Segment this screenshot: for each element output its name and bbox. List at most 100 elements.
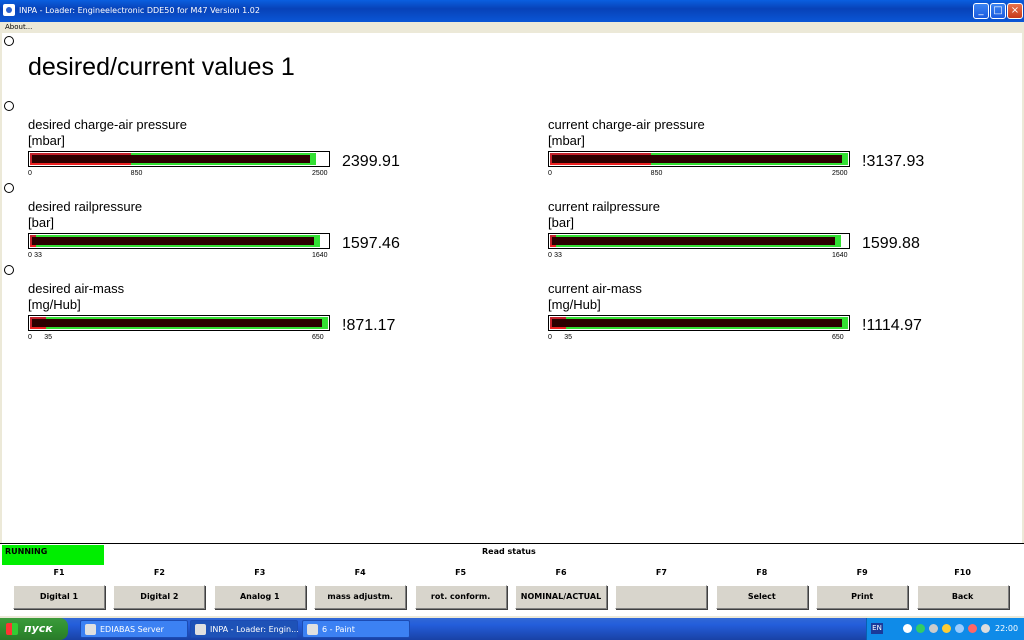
clock: 22:00 — [995, 624, 1019, 633]
fkey-button-f8[interactable]: Select — [715, 585, 808, 609]
gauge-tick-label: 35 — [564, 334, 573, 341]
fkey-label-f10: F10 — [954, 568, 971, 577]
tray-icon[interactable] — [903, 624, 912, 633]
gauge-unit: [mg/Hub] — [548, 297, 601, 312]
gauge-tick-label: 1640 — [312, 252, 328, 259]
fkey-button-f5[interactable]: rot. conform. — [414, 585, 507, 609]
gauge-value-band — [32, 237, 315, 245]
gauge-value-band — [552, 319, 842, 327]
system-tray: EN 22:00 — [866, 618, 1024, 640]
menu-bar: About... — [0, 22, 1024, 33]
taskbar-item-paint[interactable]: 6 - Paint — [302, 620, 410, 638]
menu-about[interactable]: About... — [5, 23, 32, 31]
gauge: current charge-air pressure [mbar] !3137.9… — [548, 117, 968, 177]
tray-icon[interactable] — [929, 624, 938, 633]
running-indicator: RUNNING — [2, 545, 104, 565]
fkey-button-f10[interactable]: Back — [916, 585, 1009, 609]
fkey-button-f4[interactable]: mass adjustm. — [314, 585, 407, 609]
inpa-icon — [195, 624, 206, 635]
gauge-name: desired railpressure — [28, 199, 143, 214]
maximize-button[interactable]: □ — [990, 3, 1006, 19]
gauge-value: !1114.97 — [862, 317, 922, 334]
fkey-label-f9: F9 — [856, 568, 868, 577]
gauge-tick-label: 35 — [44, 334, 53, 341]
windows-logo-icon — [6, 623, 18, 635]
gauge-tick-label: 0 — [28, 334, 32, 341]
language-indicator[interactable]: EN — [871, 623, 883, 634]
tray-icon[interactable] — [968, 624, 977, 633]
fkey-button-f9[interactable]: Print — [816, 585, 909, 609]
gauge-unit: [mg/Hub] — [28, 297, 81, 312]
fkey-button-f7[interactable] — [615, 585, 708, 609]
fkey-label-f2: F2 — [153, 568, 165, 577]
gauge-tick-label: 650 — [312, 334, 324, 341]
fkey-label-f7: F7 — [655, 568, 667, 577]
fkey-button-f6[interactable]: NOMINAL/ACTUAL — [515, 585, 607, 609]
taskbar: пуск EDIABAS Server INPA - Loader: Engin… — [0, 618, 1024, 640]
gauge-tick-label: 850 — [130, 170, 143, 177]
gauge-unit: [mbar] — [28, 133, 65, 148]
fkey-label-f3: F3 — [254, 568, 266, 577]
gauge-value: !3137.93 — [862, 153, 925, 170]
window-title: INPA - Loader: Engineelectronic DDE50 fo… — [19, 6, 260, 15]
fkey-button-f1[interactable]: Digital 1 — [13, 585, 105, 609]
gauge: current air-mass [mg/Hub] !1114.97 0 35 650 — [548, 281, 968, 341]
status-line: RUNNING Read status — [0, 543, 1024, 566]
gauge-unit: [bar] — [28, 215, 55, 230]
task-label: INPA - Loader: Engin... — [210, 625, 299, 634]
tray-icon[interactable] — [955, 624, 964, 633]
gauge-limit-line — [550, 163, 652, 165]
main-panel: desired/current values 1 desired charge-… — [2, 33, 1022, 543]
gauge-name: current charge-air pressure — [548, 117, 705, 132]
gauge-tick-label: 33 — [554, 252, 562, 259]
gauge-name: desired air-mass — [28, 281, 125, 296]
radio-button-3[interactable] — [4, 183, 14, 193]
radio-button-1[interactable] — [4, 36, 14, 46]
close-button[interactable]: × — [1007, 3, 1023, 19]
gauge-value: 1599.88 — [862, 235, 920, 252]
ediabas-icon — [85, 624, 96, 635]
gauge-unit: [bar] — [548, 215, 575, 230]
gauge: current railpressure [bar] 1599.88 0 33 1640 — [548, 199, 968, 259]
running-label: RUNNING — [5, 547, 48, 556]
gauge-tick-label: 2500 — [312, 170, 328, 177]
start-label: пуск — [24, 622, 53, 635]
tray-icon[interactable] — [916, 624, 925, 633]
gauge-limit-line — [550, 327, 567, 329]
tray-icon[interactable] — [942, 624, 951, 633]
gauge-limit-line — [30, 163, 132, 165]
gauge-value-band — [32, 155, 311, 163]
task-label: EDIABAS Server — [100, 625, 164, 634]
page-title: desired/current values 1 — [28, 53, 295, 81]
gauge-bar — [548, 151, 850, 167]
gauge-tick-label: 0 — [548, 170, 552, 177]
gauge-value: 2399.91 — [342, 153, 400, 170]
fkey-button-f3[interactable]: Analog 1 — [213, 585, 306, 609]
gauge: desired charge-air pressure [mbar] 2399.91… — [28, 117, 448, 177]
taskbar-item-inpa[interactable]: INPA - Loader: Engin... — [190, 620, 299, 638]
gauge-bar — [548, 315, 850, 331]
function-key-bar: F1 Digital 1 F2 Digital 2 F3 Analog 1 F4 mass a… — [0, 565, 1024, 616]
gauge-value-band — [552, 155, 842, 163]
gauge-tick-label: 2500 — [832, 170, 848, 177]
start-button[interactable]: пуск — [0, 618, 68, 640]
gauge-tick-label: 850 — [650, 170, 663, 177]
minimize-button[interactable]: _ — [973, 3, 989, 19]
gauge-unit: [mbar] — [548, 133, 585, 148]
fkey-label-f5: F5 — [455, 568, 467, 577]
fkey-button-f2[interactable]: Digital 2 — [113, 585, 206, 609]
app-icon[interactable] — [3, 4, 15, 16]
radio-button-4[interactable] — [4, 265, 14, 275]
gauge-value: 1597.46 — [342, 235, 400, 252]
fkey-label-f8: F8 — [756, 568, 768, 577]
fkey-label-f6: F6 — [555, 568, 567, 577]
fkey-label-f1: F1 — [53, 568, 65, 577]
gauge-limit-line — [30, 327, 47, 329]
taskbar-item-ediabas[interactable]: EDIABAS Server — [80, 620, 188, 638]
gauge-tick-label: 33 — [34, 252, 42, 259]
gauge-limit-line — [550, 245, 556, 247]
radio-button-2[interactable] — [4, 101, 14, 111]
gauge-bar — [28, 315, 330, 331]
volume-icon[interactable] — [981, 624, 990, 633]
paint-icon — [307, 624, 318, 635]
